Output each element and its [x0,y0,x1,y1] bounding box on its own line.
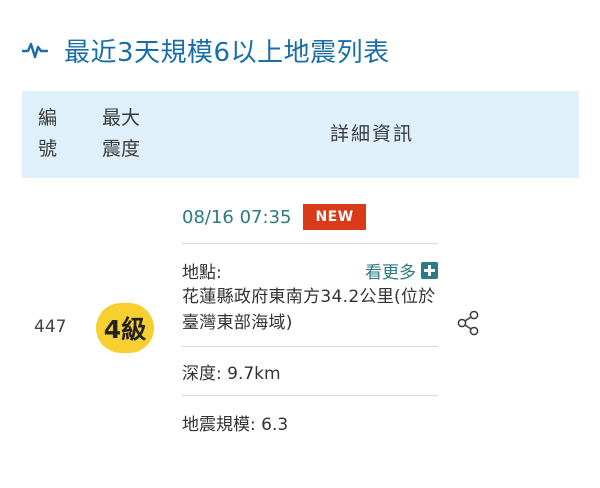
pulse-icon [22,42,48,59]
see-more-link[interactable]: 看更多 [365,258,438,283]
magnitude-row: 地震規模: 6.3 [182,396,438,448]
depth-text: 深度: 9.7km [182,363,281,384]
location-label: 地點: [182,262,222,283]
column-header-intensity: 最大 震度 [102,107,141,160]
earthquake-number: 447 [34,317,67,337]
earthquake-time: 08/16 07:35 [182,206,292,228]
column-header-detail: 詳細資訊 [330,123,415,145]
plus-icon [421,261,438,279]
new-badge: NEW [303,204,366,230]
share-icon[interactable] [455,310,481,336]
table-header: 編 號 最大 震度 詳細資訊 [22,91,579,178]
magnitude-text: 地震規模: 6.3 [182,414,289,435]
location-block: 地點: 看更多 花蓮縣政府東南方34.2公里(位於臺灣東部海域) [182,244,438,347]
depth-row: 深度: 9.7km [182,347,438,396]
see-more-label: 看更多 [365,262,416,283]
intensity-badge: 4級 [96,303,154,353]
time-row: 08/16 07:35 NEW [182,195,438,244]
page-title: 最近3天規模6以上地震列表 [64,37,390,68]
page-header: 最近3天規模6以上地震列表 [22,30,390,70]
column-header-id: 編 號 [38,107,58,160]
location-text: 花蓮縣政府東南方34.2公里(位於臺灣東部海域) [182,287,436,333]
detail-panel: 08/16 07:35 NEW 地點: 看更多 花蓮縣政府東南方34.2公里(位… [182,195,438,448]
